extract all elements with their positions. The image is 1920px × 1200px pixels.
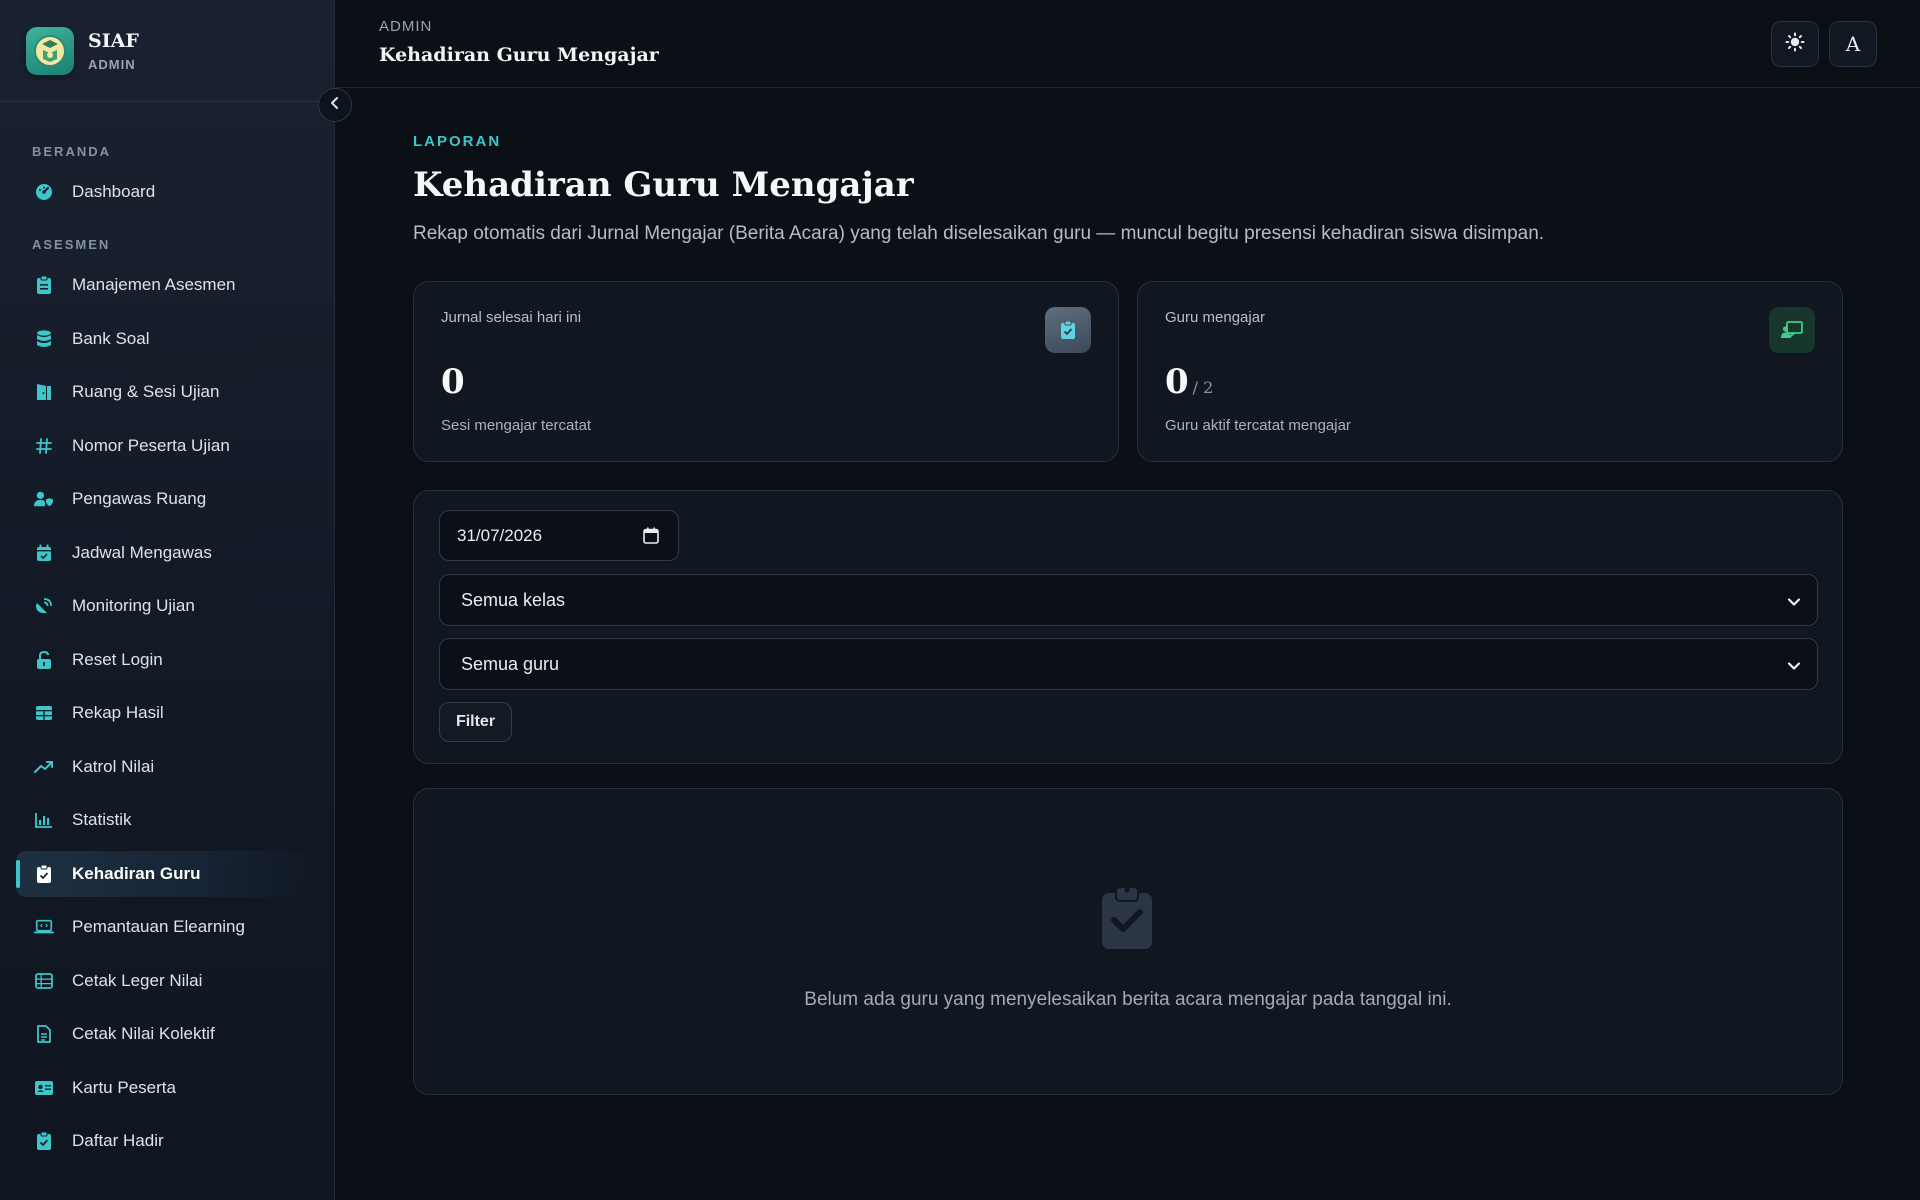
stat-value-number: 0 [1165,362,1189,402]
stat-card-jurnal: Jurnal selesai hari ini 0 Sesi mengajar … [413,281,1119,462]
bar-chart-icon [34,810,54,830]
empty-state-card: Belum ada guru yang menyelesaikan berita… [413,788,1843,1095]
sidebar-item-label: Pemantauan Elearning [72,917,245,936]
clipboard-check-icon [1102,885,1152,954]
sidebar-item-kartu-peserta[interactable]: Kartu Peserta [16,1065,318,1111]
sidebar-item-dashboard[interactable]: Dashboard [16,169,318,215]
stat-value: 0/ 2 [1165,362,1213,402]
calendar-icon[interactable] [643,527,659,549]
empty-state-message: Belum ada guru yang menyelesaikan berita… [804,989,1452,1010]
class-select[interactable]: Semua kelas [439,574,1818,626]
database-icon [34,329,54,349]
user-shield-icon [34,489,54,509]
sidebar-item-label: Rekap Hasil [72,703,164,722]
sidebar-item-katrol-nilai[interactable]: Katrol Nilai [16,744,318,790]
sidebar-item-cetak-leger[interactable]: Cetak Leger Nilai [16,958,318,1004]
laptop-code-icon [34,917,54,937]
hashtag-icon [34,436,54,456]
sidebar-item-pemantauan-elearning[interactable]: Pemantauan Elearning [16,904,318,950]
topbar: ADMIN Kehadiran Guru Mengajar A [336,0,1920,88]
file-lines-icon [34,1024,54,1044]
sidebar-item-label: Monitoring Ujian [72,596,195,615]
stat-value: 0 [441,362,465,402]
stat-label: Guru mengajar [1165,309,1266,326]
clipboard-check-icon [1045,307,1091,353]
sidebar-item-jadwal-mengawas[interactable]: Jadwal Mengawas [16,530,318,576]
chevron-left-icon [329,96,341,115]
date-input[interactable]: 31/07/2026 [439,510,679,561]
sidebar: SIAF ADMIN BERANDA Dashboard ASESMEN Man… [0,0,335,1200]
sidebar-item-nomor-peserta[interactable]: Nomor Peserta Ujian [16,423,318,469]
gauge-icon [34,182,54,202]
page-eyebrow: LAPORAN [413,133,502,150]
sidebar-item-label: Daftar Hadir [72,1131,164,1150]
sidebar-item-label: Nomor Peserta Ujian [72,435,230,455]
sidebar-item-kehadiran-guru[interactable]: Kehadiran Guru [16,850,318,897]
teacher-select-value: Semua guru [461,653,560,674]
stat-card-guru: Guru mengajar 0/ 2 Guru aktif tercatat m… [1137,281,1843,462]
clipboard-list-icon [34,275,54,295]
date-value: 31/07/2026 [457,525,543,545]
nav-section-asesmen: ASESMEN [32,237,111,252]
stat-total: / 2 [1192,378,1214,397]
sidebar-item-label: Bank Soal [72,328,150,348]
sidebar-item-rekap-hasil[interactable]: Rekap Hasil [16,690,318,736]
door-icon [34,382,54,402]
stat-subtitle: Guru aktif tercatat mengajar [1165,417,1351,434]
sidebar-item-label: Reset Login [72,649,163,669]
brand-name: SIAF [88,29,139,52]
sidebar-item-daftar-hadir[interactable]: Daftar Hadir [16,1118,318,1164]
topbar-title: Kehadiran Guru Mengajar [379,44,659,66]
sidebar-item-label: Cetak Leger Nilai [72,970,203,990]
sidebar-item-label: Manajemen Asesmen [72,275,236,294]
id-card-icon [34,1078,54,1098]
brand[interactable]: SIAF ADMIN [0,0,334,102]
sidebar-item-cetak-nilai-kolektif[interactable]: Cetak Nilai Kolektif [16,1011,318,1057]
sidebar-item-label: Kartu Peserta [72,1077,176,1097]
theme-toggle-button[interactable] [1771,21,1819,67]
chalkboard-teacher-icon [1769,307,1815,353]
sidebar-item-reset-login[interactable]: Reset Login [16,637,318,683]
sidebar-item-label: Ruang & Sesi Ujian [72,382,220,401]
sidebar-item-label: Kehadiran Guru [72,863,201,883]
stat-subtitle: Sesi mengajar tercatat [441,417,592,434]
filter-button[interactable]: Filter [439,702,512,742]
sidebar-item-label: Cetak Nilai Kolektif [72,1024,215,1043]
sidebar-nav: BERANDA Dashboard ASESMEN Manajemen Ases… [0,144,334,1164]
sidebar-item-manajemen-asesmen[interactable]: Manajemen Asesmen [16,262,318,308]
nav-section-beranda: BERANDA [32,144,111,159]
sidebar-item-bank-soal[interactable]: Bank Soal [16,316,318,362]
unlock-icon [34,650,54,670]
sidebar-item-label: Jadwal Mengawas [72,542,212,562]
sidebar-collapse-button[interactable] [318,88,352,122]
brand-logo [26,26,74,75]
trend-up-icon [34,757,54,777]
sidebar-item-label: Pengawas Ruang [72,489,207,508]
clipboard-check-icon [34,1131,54,1151]
chevron-down-icon [1787,593,1801,614]
sidebar-item-statistik[interactable]: Statistik [16,797,318,843]
avatar-button[interactable]: A [1829,21,1877,67]
sidebar-item-label: Dashboard [72,182,156,201]
stat-label: Jurnal selesai hari ini [441,309,582,326]
filter-card: 31/07/2026 Semua kelas Semua guru Filter [413,490,1843,764]
page-title: Kehadiran Guru Mengajar [413,165,914,205]
satellite-dish-icon [34,596,54,616]
sidebar-item-monitoring-ujian[interactable]: Monitoring Ujian [16,583,318,629]
sidebar-item-label: Statistik [72,810,132,829]
chevron-down-icon [1787,657,1801,678]
breadcrumb: ADMIN [379,18,433,35]
list-table-icon [34,971,54,991]
sidebar-item-ruang-sesi[interactable]: Ruang & Sesi Ujian [16,369,318,415]
sidebar-item-pengawas-ruang[interactable]: Pengawas Ruang [16,476,318,522]
sun-icon [1785,32,1805,57]
page-description: Rekap otomatis dari Jurnal Mengajar (Ber… [413,223,1545,244]
brand-role: ADMIN [88,56,136,72]
sidebar-item-label: Katrol Nilai [72,756,155,776]
clipboard-check-icon [34,864,54,884]
calendar-check-icon [34,543,54,563]
teacher-select[interactable]: Semua guru [439,638,1818,690]
table-icon [34,703,54,723]
class-select-value: Semua kelas [461,589,566,610]
